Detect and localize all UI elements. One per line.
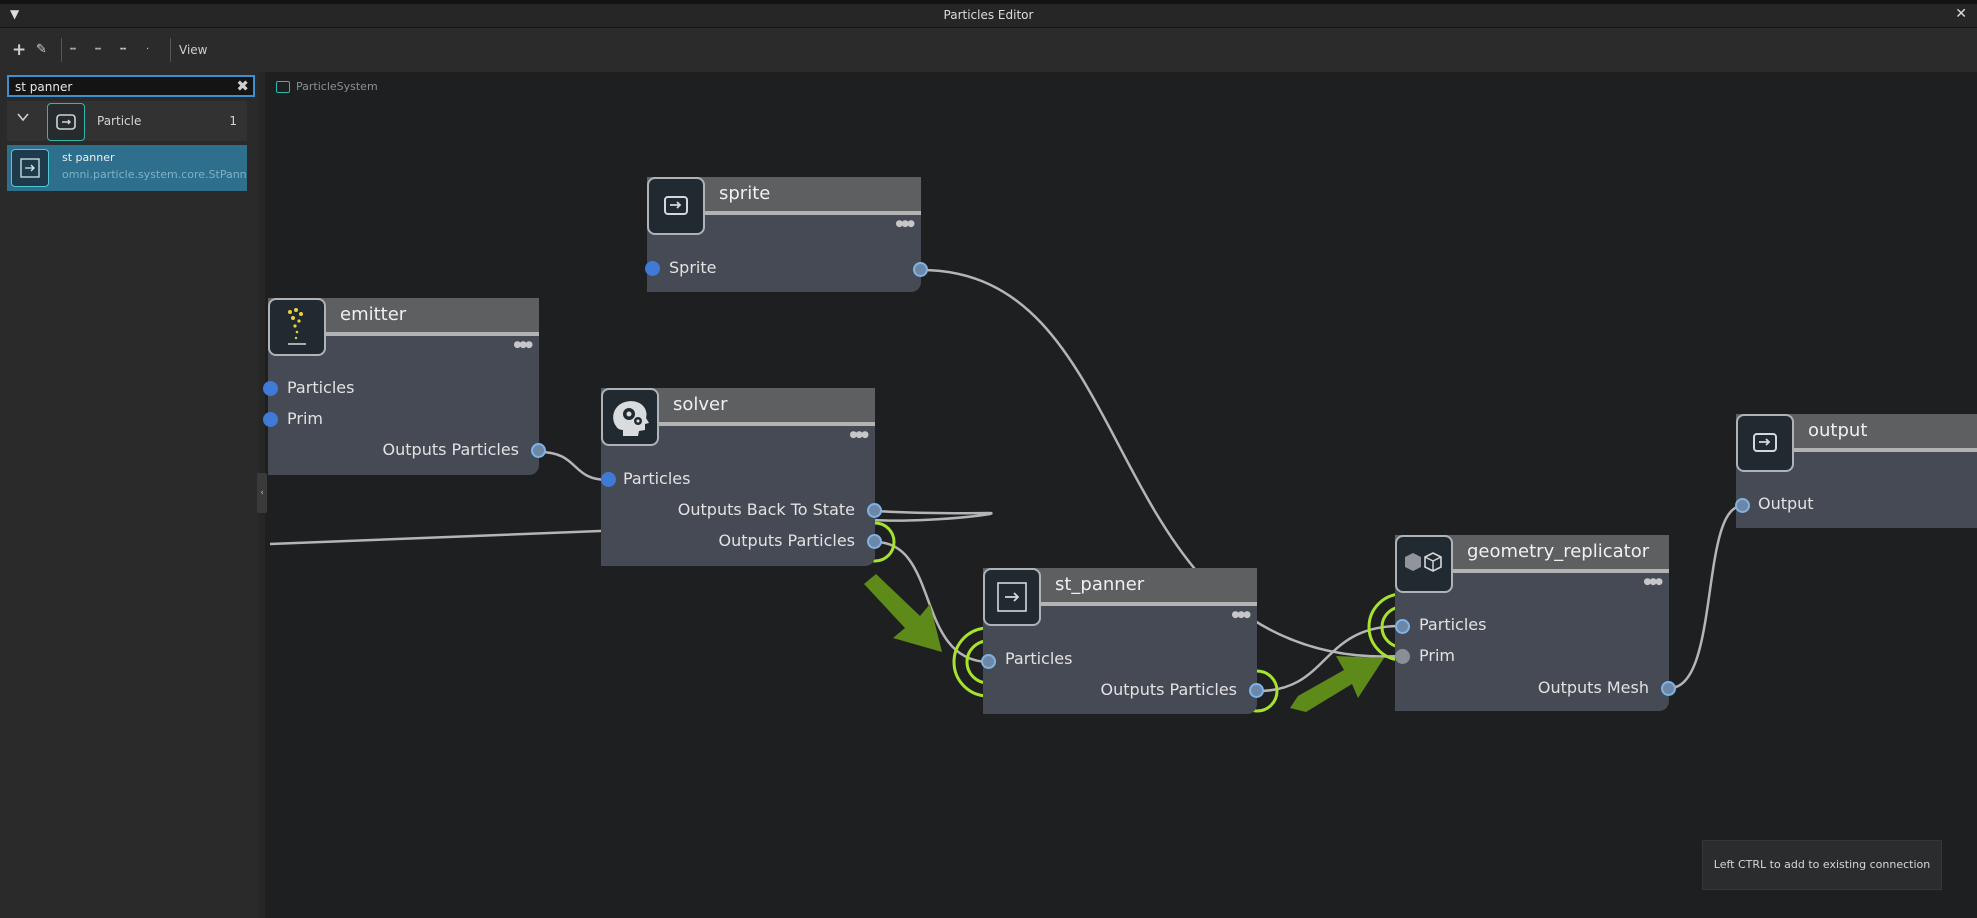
port-outputs-particles[interactable] <box>867 534 882 549</box>
category-label: Particle <box>97 114 142 128</box>
cubes-icon <box>1395 535 1453 593</box>
result-path: omni.particle.system.core.StPanner <box>62 168 247 181</box>
port-output-in[interactable] <box>1735 498 1750 513</box>
port-label: Outputs Particles <box>1100 680 1237 699</box>
port-particles-in[interactable] <box>601 472 616 487</box>
port-outputs-mesh[interactable] <box>1661 681 1676 696</box>
solver-brain-gear-icon <box>601 388 659 446</box>
particle-system-icon <box>276 81 290 93</box>
port-label: Particles <box>287 378 355 397</box>
node-title: geometry_replicator <box>1467 541 1650 562</box>
search-field[interactable]: ✖ <box>7 75 255 97</box>
port-particles-in[interactable] <box>981 654 996 669</box>
node-title: output <box>1808 420 1868 441</box>
layout-option-3-icon[interactable]: ╍ <box>120 40 126 60</box>
node-solver[interactable]: solver ●●● Particles Outputs Back To Sta… <box>601 388 882 566</box>
category-count: 1 <box>229 114 237 128</box>
collapse-panel-icon[interactable]: ‹ <box>257 473 267 513</box>
window-title: Particles Editor <box>943 8 1034 22</box>
port-label: Particles <box>623 469 691 488</box>
port-label: Prim <box>1419 646 1455 665</box>
search-input[interactable] <box>15 79 215 95</box>
node-sprite[interactable]: sprite ●●● Sprite <box>645 177 928 292</box>
clear-search-icon[interactable]: ✖ <box>236 77 249 95</box>
pencil-icon[interactable]: ✎ <box>36 40 47 60</box>
result-name: st panner <box>62 151 115 164</box>
view-menu[interactable]: View <box>179 40 207 60</box>
port-prim-in[interactable] <box>263 412 278 427</box>
emitter-icon <box>268 298 326 356</box>
node-title: sprite <box>719 183 771 204</box>
add-icon[interactable]: + <box>12 40 26 60</box>
hint-tooltip: Left CTRL to add to existing connection <box>1702 840 1942 890</box>
particle-category-icon <box>47 103 85 141</box>
output-icon <box>1736 414 1794 472</box>
node-menu-dots[interactable]: ●●● <box>513 340 533 350</box>
port-outputs-particles[interactable] <box>531 443 546 458</box>
node-menu-dots[interactable]: ●●● <box>849 430 869 440</box>
toolbar: + ✎ ┅ ┅ ╍ · View <box>0 28 1977 72</box>
layout-option-1-icon[interactable]: ┅ <box>70 40 76 60</box>
layout-option-2-icon[interactable]: ┅ <box>95 40 101 60</box>
breadcrumb[interactable]: ParticleSystem <box>276 80 378 93</box>
st-panner-icon <box>983 568 1041 626</box>
port-label: Particles <box>1005 649 1073 668</box>
node-geometry-replicator[interactable]: geometry_replicator ●●● Particles Prim O… <box>1395 535 1676 711</box>
node-emitter[interactable]: emitter ●●● Particles Prim Outputs Parti… <box>263 298 546 475</box>
port-particles-in[interactable] <box>1395 619 1410 634</box>
node-st-panner[interactable]: st_panner ●●● Particles Outputs Particle… <box>981 568 1264 714</box>
category-row-particle[interactable]: Particle 1 <box>7 101 247 141</box>
node-title: st_panner <box>1055 574 1145 595</box>
sprite-icon <box>647 177 705 235</box>
graph-canvas[interactable] <box>267 72 1977 918</box>
search-result-st-panner[interactable]: st panner omni.particle.system.core.StPa… <box>7 145 247 191</box>
port-label: Outputs Mesh <box>1537 678 1649 697</box>
node-title: emitter <box>340 304 407 325</box>
port-label: Outputs Particles <box>382 440 519 459</box>
st-panner-node-icon <box>11 149 49 187</box>
node-menu-dots[interactable]: ●●● <box>1231 610 1251 620</box>
title-bar: ▼ Particles Editor ✕ <box>0 4 1977 28</box>
port-label: Output <box>1758 494 1814 513</box>
port-sprite-out[interactable] <box>913 262 928 277</box>
port-label: Outputs Back To State <box>677 500 855 519</box>
port-outputs-particles[interactable] <box>1249 683 1264 698</box>
port-label: Prim <box>287 409 323 428</box>
port-prim-in[interactable] <box>1395 649 1410 664</box>
port-outputs-back-to-state[interactable] <box>867 503 882 518</box>
port-sprite-in[interactable] <box>645 261 660 276</box>
chevron-down-icon[interactable] <box>17 111 29 123</box>
port-label: Sprite <box>669 258 717 277</box>
port-label: Outputs Particles <box>718 531 855 550</box>
node-library-panel: ✖ Particle 1 st panner omni.particle.sys… <box>0 72 259 918</box>
node-menu-dots[interactable]: ●●● <box>1643 577 1663 587</box>
toolbar-separator <box>61 38 62 62</box>
layout-option-4-icon[interactable]: · <box>146 40 149 60</box>
port-particles-in[interactable] <box>263 381 278 396</box>
close-icon[interactable]: ✕ <box>1955 6 1967 22</box>
breadcrumb-label: ParticleSystem <box>296 80 378 93</box>
node-title: solver <box>673 394 728 415</box>
node-menu-dots[interactable]: ●●● <box>895 219 915 229</box>
port-label: Particles <box>1419 615 1487 634</box>
node-output[interactable]: output Output <box>1735 414 1977 528</box>
toolbar-separator <box>170 38 171 62</box>
